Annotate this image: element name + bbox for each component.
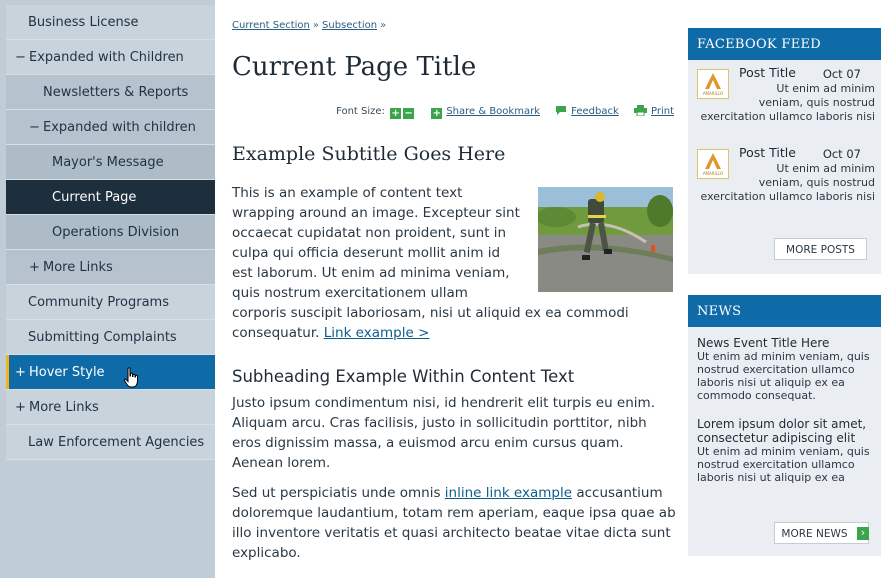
font-increase-button[interactable]: + (390, 108, 402, 119)
firefighter-photo (538, 187, 673, 292)
paragraph-2: Justo ipsum condimentum nisi, id hendrer… (232, 395, 655, 471)
sidebar-item-label: Hover Style (29, 365, 105, 380)
sidebar-item-more-links-sub[interactable]: + More Links (6, 250, 215, 285)
news-item[interactable]: News Event Title Here Ut enim ad minim v… (688, 336, 881, 402)
sidebar-item-business-license[interactable]: Business License (6, 5, 215, 40)
collapse-icon[interactable]: − (15, 40, 29, 75)
post-date: Oct 07 (822, 147, 861, 161)
breadcrumb-link-section[interactable]: Current Section (232, 20, 310, 31)
sidebar-item-community-programs[interactable]: Community Programs (6, 285, 215, 320)
page-tools: Font Size: + − + Share & Bookmark Feedback… (232, 105, 674, 119)
news-title[interactable]: News Event Title Here (697, 336, 872, 350)
expand-icon[interactable]: + (15, 390, 29, 425)
share-icon: + (431, 108, 443, 119)
sidebar-item-current-page[interactable]: Current Page (6, 180, 215, 215)
content-subheading: Subheading Example Within Content Text (232, 367, 575, 386)
breadcrumb-separator: » (380, 20, 387, 31)
share-bookmark-link[interactable]: Share & Bookmark (446, 106, 540, 117)
sidebar-item-more-links[interactable]: + More Links (6, 390, 215, 425)
news-excerpt: Ut enim ad minim veniam, quis nostrud ex… (697, 350, 870, 402)
sidebar-item-label: Current Page (52, 190, 137, 205)
sidebar-item-label: Expanded with children (43, 120, 196, 135)
sidebar-item-label: Newsletters & Reports (43, 85, 189, 100)
post-title[interactable]: Post Title (739, 146, 796, 160)
news-item[interactable]: Lorem ipsum dolor sit amet, consectetur … (688, 417, 881, 484)
more-news-button[interactable]: MORE NEWS › (774, 522, 869, 544)
post-excerpt: Ut enim ad minim veniam, quis nostrud ex… (700, 82, 875, 123)
facebook-feed-heading: FACEBOOK FEED (688, 28, 881, 60)
breadcrumb-separator: » (312, 20, 320, 31)
font-decrease-button[interactable]: − (403, 108, 415, 119)
feedback-link[interactable]: Feedback (571, 106, 619, 117)
sidebar-item-label: Mayor's Message (52, 155, 164, 170)
facebook-post[interactable]: AMARILLO Post Title Oct 07 Ut enim ad mi… (688, 140, 881, 220)
facebook-feed-widget: FACEBOOK FEED AMARILLO Post Title Oct 07… (688, 28, 881, 274)
post-excerpt: Ut enim ad minim veniam, quis nostrud ex… (700, 162, 875, 203)
content-body: This is an example of content text wrapp… (232, 183, 677, 573)
sidebar-item-submitting-complaints[interactable]: Submitting Complaints (6, 320, 215, 355)
expand-icon[interactable]: + (29, 250, 43, 285)
sidebar-item-label: Community Programs (28, 295, 169, 310)
facebook-post[interactable]: AMARILLO Post Title Oct 07 Ut enim ad mi… (688, 60, 881, 140)
sidebar-item-expanded-with-children-sub[interactable]: − Expanded with children (6, 110, 215, 145)
arrow-right-icon: › (857, 527, 869, 540)
print-link[interactable]: Print (651, 106, 674, 117)
sidebar-item-label: Expanded with Children (29, 50, 184, 65)
print-icon (633, 105, 647, 117)
sidebar-nav: Business License − Expanded with Children… (0, 0, 215, 578)
link-example[interactable]: Link example > (324, 325, 430, 341)
news-heading: NEWS (688, 295, 881, 327)
sidebar-item-mayors-message[interactable]: Mayor's Message (6, 145, 215, 180)
sidebar-item-hover-style[interactable]: + Hover Style (6, 355, 215, 390)
page-subtitle: Example Subtitle Goes Here (232, 143, 506, 165)
paragraph-3-start: Sed ut perspiciatis unde omnis (232, 485, 441, 501)
page-title: Current Page Title (232, 52, 477, 82)
sidebar-item-newsletters-reports[interactable]: Newsletters & Reports (6, 75, 215, 110)
sidebar-item-label: Law Enforcement Agencies (28, 435, 205, 450)
inline-link-example[interactable]: inline link example (445, 485, 572, 501)
more-posts-button[interactable]: MORE POSTS (774, 238, 867, 260)
post-title[interactable]: Post Title (739, 66, 796, 80)
news-excerpt: Ut enim ad minim veniam, quis nostrud ex… (697, 445, 870, 484)
breadcrumb: Current Section» Subsection» (232, 20, 389, 31)
sidebar-item-label: Business License (28, 15, 139, 30)
sidebar-item-label: More Links (43, 260, 113, 275)
font-size-label: Font Size: (336, 106, 385, 117)
collapse-icon[interactable]: − (29, 110, 43, 145)
feedback-icon (556, 106, 567, 115)
news-widget: NEWS News Event Title Here Ut enim ad mi… (688, 295, 881, 556)
sidebar-item-label: Operations Division (52, 225, 180, 240)
post-date: Oct 07 (822, 67, 861, 81)
sidebar-item-expanded-with-children[interactable]: − Expanded with Children (6, 40, 215, 75)
more-news-label: MORE NEWS (781, 528, 848, 540)
hand-cursor-icon (123, 367, 138, 388)
sidebar-item-law-enforcement-agencies[interactable]: Law Enforcement Agencies (6, 425, 215, 460)
breadcrumb-link-subsection[interactable]: Subsection (322, 20, 377, 31)
expand-icon[interactable]: + (15, 355, 29, 390)
sidebar-menu: Business License − Expanded with Children… (6, 5, 215, 460)
news-title[interactable]: Lorem ipsum dolor sit amet, consectetur … (697, 417, 872, 445)
sidebar-item-operations-division[interactable]: Operations Division (6, 215, 215, 250)
sidebar-item-label: Submitting Complaints (28, 330, 177, 345)
sidebar-item-label: More Links (29, 400, 99, 415)
